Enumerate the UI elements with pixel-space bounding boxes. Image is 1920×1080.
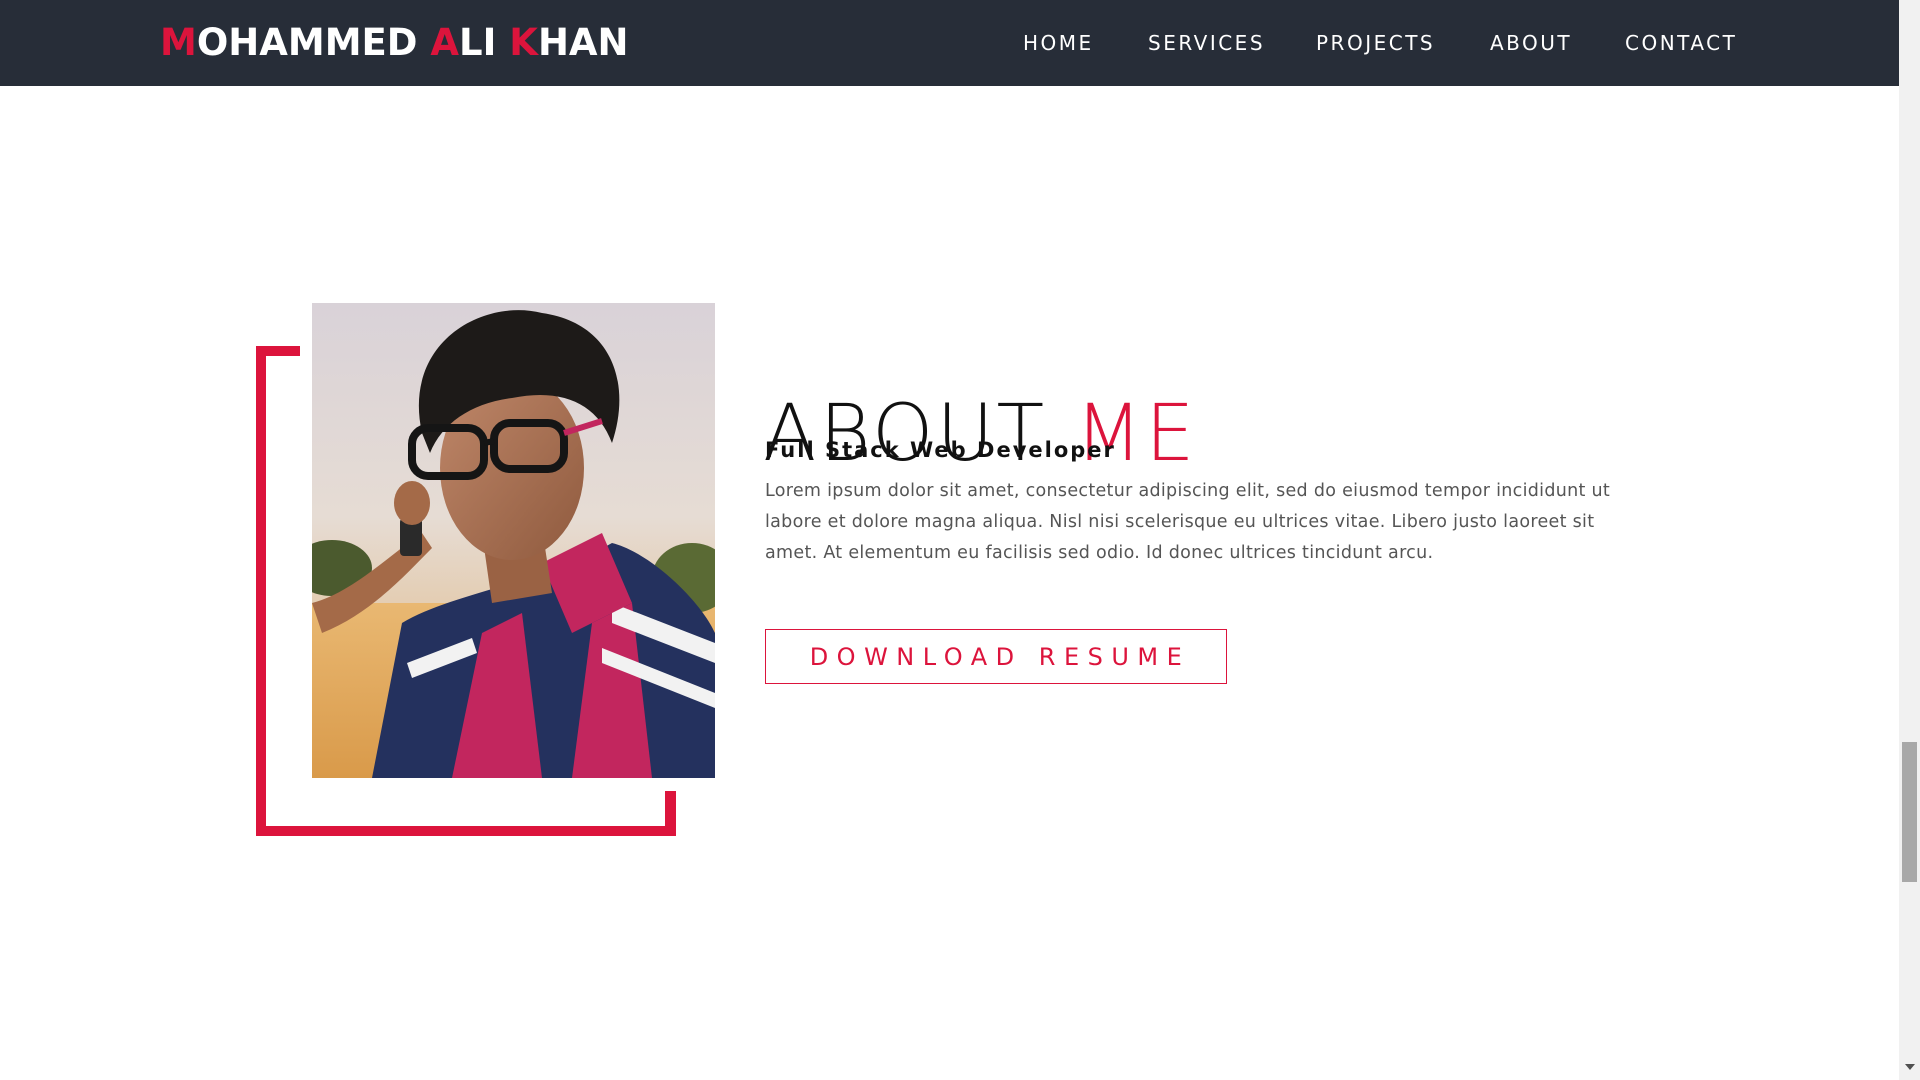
- profile-photo: [312, 303, 715, 778]
- page: MOHAMMED ALI KHAN HOME SERVICES PROJECTS…: [0, 0, 1920, 1080]
- about-title-accent: ME: [1075, 389, 1198, 480]
- photo-frame-left-bar: [256, 346, 266, 836]
- bio-paragraph: Lorem ipsum dolor sit amet, consectetur …: [765, 481, 1611, 563]
- job-title: Full Stack Web Developer: [765, 438, 1116, 462]
- photo-frame-bottom-bar: [256, 826, 676, 836]
- scrollbar-thumb[interactable]: [1902, 742, 1917, 882]
- nav-projects-link[interactable]: PROJECTS: [1316, 31, 1435, 55]
- download-resume-button[interactable]: DOWNLOAD RESUME: [765, 629, 1227, 684]
- nav-contact-link[interactable]: CONTACT: [1625, 31, 1737, 55]
- about-title: ABOUT ME: [763, 389, 1198, 479]
- chevron-down-icon[interactable]: [1905, 1064, 1915, 1070]
- about-title-main: ABOUT: [763, 389, 1075, 480]
- page-scrollbar[interactable]: [1899, 0, 1920, 1080]
- photo-frame-top-bar: [256, 346, 300, 356]
- nav-about-link[interactable]: ABOUT: [1490, 31, 1572, 55]
- download-resume-label: DOWNLOAD RESUME: [809, 642, 1191, 671]
- site-header: MOHAMMED ALI KHAN HOME SERVICES PROJECTS…: [0, 0, 1899, 86]
- main-nav: HOME SERVICES PROJECTS ABOUT CONTACT: [0, 31, 1899, 55]
- nav-home-link[interactable]: HOME: [1023, 31, 1094, 55]
- nav-services-link[interactable]: SERVICES: [1148, 31, 1265, 55]
- photo-frame-right-bar: [665, 791, 676, 836]
